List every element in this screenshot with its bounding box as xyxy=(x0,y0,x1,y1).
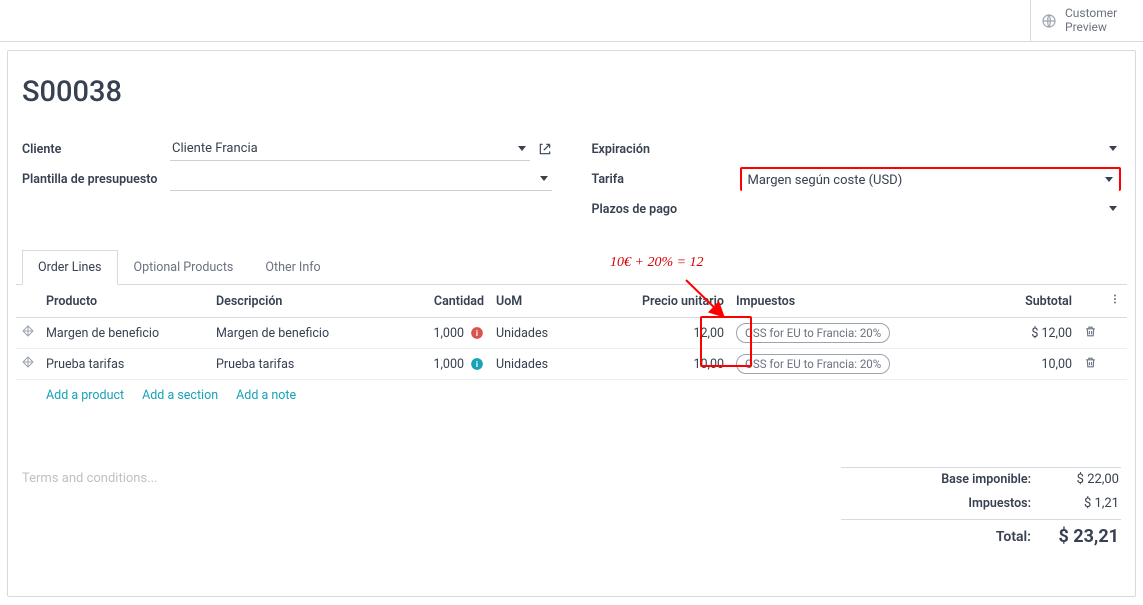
col-precio[interactable]: Precio unitario xyxy=(610,285,730,318)
quantity-cell[interactable]: 1,000 i xyxy=(400,318,490,349)
svg-text:i: i xyxy=(476,328,478,338)
trash-icon[interactable] xyxy=(1084,356,1097,369)
description-cell[interactable]: Margen de beneficio xyxy=(210,318,400,349)
tax-cell[interactable]: OSS for EU to Francia: 20% xyxy=(730,349,930,380)
tab-other-info[interactable]: Other Info xyxy=(249,250,336,285)
totals-block: Base imponible: $ 22,00 Impuestos: $ 1,2… xyxy=(841,467,1121,551)
expiracion-input[interactable] xyxy=(740,137,1122,161)
globe-icon xyxy=(1041,13,1057,29)
tax-tag[interactable]: OSS for EU to Francia: 20% xyxy=(736,354,890,374)
impuestos-value: $ 1,21 xyxy=(1049,496,1119,511)
document-title: S00038 xyxy=(22,75,1127,109)
cliente-input[interactable]: Cliente Francia xyxy=(170,137,530,161)
base-imponible-value: $ 22,00 xyxy=(1049,472,1119,487)
plantilla-label: Plantilla de presupuesto xyxy=(22,172,170,187)
table-row[interactable]: Prueba tarifasPrueba tarifas1,000 iUnida… xyxy=(16,349,1127,380)
chevron-down-icon xyxy=(540,176,548,181)
drag-handle-icon[interactable] xyxy=(16,349,40,380)
chevron-down-icon xyxy=(1109,206,1117,211)
chevron-down-icon xyxy=(1109,146,1117,151)
tarifa-value: Margen según coste (USD) xyxy=(748,173,903,188)
col-uom[interactable]: UoM xyxy=(490,285,610,318)
tab-order-lines[interactable]: Order Lines xyxy=(22,250,118,285)
subtotal-cell: 10,00 xyxy=(930,349,1078,380)
tarifa-input[interactable]: Margen según coste (USD) xyxy=(740,167,1122,191)
tax-tag[interactable]: OSS for EU to Francia: 20% xyxy=(736,323,890,343)
terms-and-conditions-input[interactable]: Terms and conditions... xyxy=(22,467,821,486)
col-descripcion[interactable]: Descripción xyxy=(210,285,400,318)
drag-handle-icon[interactable] xyxy=(16,318,40,349)
tabs-bar: Order Lines Optional Products Other Info… xyxy=(16,249,1127,285)
col-subtotal[interactable]: Subtotal xyxy=(930,285,1078,318)
topbar: Customer Preview xyxy=(0,0,1143,42)
customer-preview-l2: Preview xyxy=(1065,21,1117,35)
expiracion-label: Expiración xyxy=(592,142,740,157)
chevron-down-icon xyxy=(1105,177,1113,182)
col-cantidad[interactable]: Cantidad xyxy=(400,285,490,318)
external-link-icon[interactable] xyxy=(538,142,552,156)
cliente-value: Cliente Francia xyxy=(172,141,258,156)
product-cell[interactable]: Prueba tarifas xyxy=(40,349,210,380)
subtotal-cell: $ 12,00 xyxy=(930,318,1078,349)
add-section-link[interactable]: Add a section xyxy=(142,388,218,403)
tarifa-label: Tarifa xyxy=(592,172,740,187)
info-icon[interactable]: i xyxy=(470,326,484,340)
tax-cell[interactable]: OSS for EU to Francia: 20% xyxy=(730,318,930,349)
tab-optional-products[interactable]: Optional Products xyxy=(118,250,250,285)
col-producto[interactable]: Producto xyxy=(40,285,210,318)
uom-cell[interactable]: Unidades xyxy=(490,318,610,349)
table-row[interactable]: Margen de beneficioMargen de beneficio1,… xyxy=(16,318,1127,349)
kebab-icon[interactable] xyxy=(1109,293,1121,305)
plazos-label: Plazos de pago xyxy=(592,202,740,217)
plazos-input[interactable] xyxy=(740,197,1122,221)
form-sheet: S00038 Cliente Cliente Francia xyxy=(7,50,1136,597)
customer-preview-button[interactable]: Customer Preview xyxy=(1030,0,1143,42)
product-cell[interactable]: Margen de beneficio xyxy=(40,318,210,349)
col-impuestos[interactable]: Impuestos xyxy=(730,285,930,318)
plantilla-input[interactable] xyxy=(170,167,552,191)
table-header-row: Producto Descripción Cantidad UoM Precio… xyxy=(16,285,1127,318)
order-lines-table: Producto Descripción Cantidad UoM Precio… xyxy=(16,285,1127,380)
cliente-label: Cliente xyxy=(22,142,170,157)
quantity-cell[interactable]: 1,000 i xyxy=(400,349,490,380)
svg-text:i: i xyxy=(476,359,478,369)
add-links-row: Add a product Add a section Add a note xyxy=(16,380,1127,413)
total-label: Total: xyxy=(996,529,1031,545)
total-value: $ 23,21 xyxy=(1049,526,1119,547)
uom-cell[interactable]: Unidades xyxy=(490,349,610,380)
add-note-link[interactable]: Add a note xyxy=(236,388,296,403)
description-cell[interactable]: Prueba tarifas xyxy=(210,349,400,380)
trash-icon[interactable] xyxy=(1084,325,1097,338)
annotation-formula: 10€ + 20% = 12 xyxy=(610,255,704,271)
base-imponible-label: Base imponible: xyxy=(941,472,1031,487)
info-icon[interactable]: i xyxy=(470,357,484,371)
prices-red-highlight xyxy=(700,316,752,367)
impuestos-label: Impuestos: xyxy=(968,496,1031,511)
customer-preview-l1: Customer xyxy=(1065,7,1117,21)
chevron-down-icon xyxy=(518,146,526,151)
add-product-link[interactable]: Add a product xyxy=(46,388,124,403)
